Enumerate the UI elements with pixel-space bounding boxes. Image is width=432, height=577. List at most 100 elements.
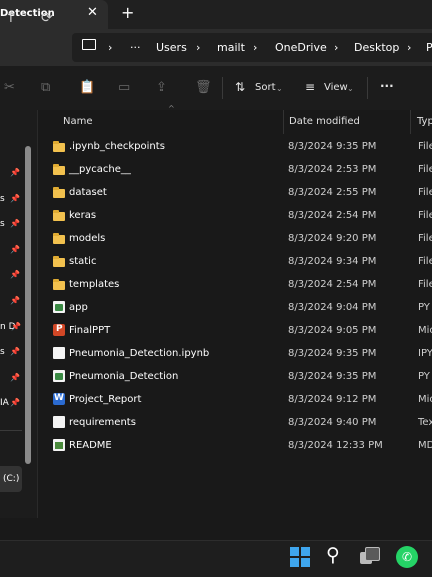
file-date-modified: 8/3/2024 9:40 PM xyxy=(288,417,377,428)
column-header-date-modified[interactable]: Date modified xyxy=(289,116,360,127)
paste-icon[interactable]: 📋 xyxy=(79,80,95,95)
arrow-up-icon[interactable]: ↑ xyxy=(5,10,17,26)
file-type: PY xyxy=(418,371,430,382)
file-name: Pneumonia_Detection.ipynb xyxy=(69,348,210,359)
file-name: app xyxy=(69,302,88,313)
column-header-type[interactable]: Typ xyxy=(417,116,432,127)
breadcrumb-overflow[interactable]: ··· xyxy=(130,41,141,54)
sidebar-divider xyxy=(0,430,22,431)
file-date-modified: 8/3/2024 9:04 PM xyxy=(288,302,377,313)
breadcrumb-mailt[interactable]: mailt xyxy=(217,41,245,54)
copy-icon[interactable]: ⧉ xyxy=(41,80,50,95)
sidebar-item-label: (C:) xyxy=(3,474,20,484)
task-view-icon[interactable] xyxy=(360,547,380,565)
column-divider[interactable] xyxy=(283,110,284,134)
file-type: Mic xyxy=(418,325,432,336)
table-row[interactable]: Pneumonia_Detection 8/3/2024 9:35 PM PY xyxy=(50,366,432,389)
table-row[interactable]: Pneumonia_Detection.ipynb 8/3/2024 9:35 P… xyxy=(50,343,432,366)
share-icon[interactable]: ⇪ xyxy=(156,80,167,95)
table-row[interactable]: .ipynb_checkpoints 8/3/2024 9:35 PM File xyxy=(50,136,432,159)
file-date-modified: 8/3/2024 9:35 PM xyxy=(288,348,377,359)
table-row[interactable]: keras 8/3/2024 2:54 PM File xyxy=(50,205,432,228)
rename-icon[interactable]: ▭ xyxy=(118,80,130,95)
file-date-modified: 8/3/2024 9:35 PM xyxy=(288,371,377,382)
delete-icon[interactable]: 🗑 xyxy=(195,80,212,95)
file-date-modified: 8/3/2024 2:55 PM xyxy=(288,187,377,198)
file-type: File xyxy=(418,210,432,221)
sidebar-item-label[interactable]: s xyxy=(0,219,5,229)
column-header-name[interactable]: Name xyxy=(63,116,93,127)
table-row[interactable]: dataset 8/3/2024 2:55 PM File xyxy=(50,182,432,205)
file-name: requirements xyxy=(69,417,136,428)
chevron-down-icon[interactable]: ⌄ xyxy=(276,84,283,93)
pin-icon: 📌 xyxy=(10,245,20,254)
table-row[interactable]: requirements 8/3/2024 9:40 PM Tex xyxy=(50,412,432,435)
pin-icon: 📌 xyxy=(10,168,20,177)
whatsapp-icon[interactable]: ✆ xyxy=(396,546,418,568)
python-file-icon xyxy=(53,370,65,382)
breadcrumb-separator[interactable]: › xyxy=(407,41,411,54)
new-tab-icon[interactable]: + xyxy=(121,3,134,22)
cut-icon[interactable]: ✂ xyxy=(4,80,15,95)
breadcrumb-onedrive[interactable]: OneDrive xyxy=(275,41,327,54)
file-name: Project_Report xyxy=(69,394,142,405)
column-divider[interactable] xyxy=(410,110,411,134)
sidebar-item-label[interactable]: IA xyxy=(0,398,9,408)
folder-icon xyxy=(53,210,65,221)
file-type: IPY xyxy=(418,348,432,359)
folder-icon xyxy=(53,187,65,198)
search-icon[interactable]: ⚲ xyxy=(326,544,340,566)
breadcrumb-separator[interactable]: › xyxy=(253,41,257,54)
breadcrumb-separator[interactable]: › xyxy=(196,41,200,54)
more-options-button[interactable]: ··· xyxy=(380,79,394,93)
sort-indicator-icon: ^ xyxy=(168,104,175,113)
powerpoint-file-icon xyxy=(53,324,65,336)
pin-icon: 📌 xyxy=(10,296,20,305)
folder-icon xyxy=(53,233,65,244)
table-row[interactable]: README 8/3/2024 12:33 PM MD xyxy=(50,435,432,458)
breadcrumb-users[interactable]: Users xyxy=(156,41,187,54)
word-file-icon xyxy=(53,393,65,405)
chevron-down-icon[interactable]: ⌄ xyxy=(347,84,354,93)
file-type: Tex xyxy=(418,417,432,428)
pin-icon: 📌 xyxy=(10,347,20,356)
sidebar-scrollbar[interactable] xyxy=(25,146,31,464)
sort-button[interactable]: Sort xyxy=(255,82,276,93)
file-type: File xyxy=(418,187,432,198)
file-date-modified: 8/3/2024 12:33 PM xyxy=(288,440,383,451)
file-date-modified: 8/3/2024 9:12 PM xyxy=(288,394,377,405)
table-row[interactable]: static 8/3/2024 9:34 PM File xyxy=(50,251,432,274)
sort-icon[interactable]: ⇅ xyxy=(235,80,245,94)
pin-icon: 📌 xyxy=(11,322,21,331)
file-type: File xyxy=(418,141,432,152)
refresh-icon[interactable]: ⟳ xyxy=(41,10,53,26)
table-row[interactable]: app 8/3/2024 9:04 PM PY xyxy=(50,297,432,320)
table-row[interactable]: templates 8/3/2024 2:54 PM File xyxy=(50,274,432,297)
folder-icon xyxy=(53,164,65,175)
view-icon[interactable]: ≡ xyxy=(305,80,315,94)
toolbar-divider xyxy=(367,77,368,99)
file-name: .ipynb_checkpoints xyxy=(69,141,165,152)
close-icon[interactable]: ✕ xyxy=(87,5,98,20)
table-row[interactable]: FinalPPT 8/3/2024 9:05 PM Mic xyxy=(50,320,432,343)
table-row[interactable]: __pycache__ 8/3/2024 2:53 PM File xyxy=(50,159,432,182)
file-type: File xyxy=(418,256,432,267)
breadcrumb-separator[interactable]: › xyxy=(334,41,338,54)
sidebar-item-label[interactable]: s xyxy=(0,347,5,357)
windows-start-icon[interactable] xyxy=(290,547,310,567)
view-button[interactable]: View xyxy=(324,82,348,93)
folder-icon xyxy=(53,256,65,267)
table-row[interactable]: Project_Report 8/3/2024 9:12 PM Mic xyxy=(50,389,432,412)
breadcrumb-current[interactable]: P xyxy=(426,41,432,54)
file-date-modified: 8/3/2024 9:35 PM xyxy=(288,141,377,152)
file-type: Mic xyxy=(418,394,432,405)
file-type: File xyxy=(418,279,432,290)
pin-icon: 📌 xyxy=(10,194,20,203)
table-row[interactable]: models 8/3/2024 9:20 PM File xyxy=(50,228,432,251)
file-date-modified: 8/3/2024 9:05 PM xyxy=(288,325,377,336)
breadcrumb-separator[interactable]: › xyxy=(108,41,112,54)
pin-icon: 📌 xyxy=(10,270,20,279)
sidebar-item-label[interactable]: s xyxy=(0,194,5,204)
pin-icon: 📌 xyxy=(10,219,20,228)
breadcrumb-desktop[interactable]: Desktop xyxy=(354,41,399,54)
